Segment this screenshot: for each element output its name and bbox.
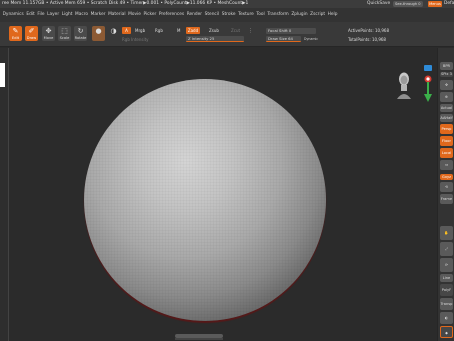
menu-stencil[interactable]: Stencil bbox=[205, 8, 220, 22]
left-shelf bbox=[0, 48, 8, 341]
zoom-icon: ⊕ bbox=[444, 95, 448, 99]
local-button[interactable]: Local bbox=[440, 148, 453, 158]
aahalf-button[interactable]: AAHalf bbox=[440, 114, 453, 122]
persp-button[interactable]: Persp bbox=[440, 124, 453, 134]
frame-button[interactable]: Frame bbox=[440, 194, 453, 204]
rotate-icon: ↻ bbox=[77, 27, 84, 35]
top-shelf: ✎ Edit ✐ Draw ✥ Move ⬚ Scale ↻ Rotate ● … bbox=[0, 22, 454, 47]
zcut-toggle[interactable]: Zcut bbox=[231, 28, 240, 33]
menu-marker[interactable]: Marker bbox=[91, 8, 106, 22]
menu-dynamics[interactable]: Dynamics bbox=[3, 8, 24, 22]
draw-button[interactable]: ✐ Draw bbox=[25, 26, 38, 41]
scale-view-button[interactable]: ⤢ bbox=[440, 242, 453, 256]
menu-stroke[interactable]: Stroke bbox=[222, 8, 236, 22]
polyf-button[interactable]: PolyF bbox=[440, 284, 453, 296]
menu-preferences[interactable]: Preferences bbox=[159, 8, 184, 22]
zsub-toggle[interactable]: Zsub bbox=[209, 28, 219, 33]
scroll-icon: ✥ bbox=[444, 83, 448, 87]
menu-movie[interactable]: Movie bbox=[128, 8, 141, 22]
menu-bar: Dynamics Edit File Layer Light Macro Marker Mat… bbox=[0, 8, 454, 22]
sphere-mesh[interactable] bbox=[84, 79, 326, 321]
scale-view-icon: ⤢ bbox=[445, 247, 448, 251]
menu-layer[interactable]: Layer bbox=[47, 8, 59, 22]
menu-file[interactable]: File bbox=[37, 8, 44, 22]
active-points-readout: ActivePoints: 10,968 bbox=[348, 28, 390, 33]
actual-button[interactable]: Actual bbox=[440, 104, 453, 112]
menu-light[interactable]: Light bbox=[62, 8, 73, 22]
linefill-button[interactable]: Line Fill bbox=[440, 274, 453, 288]
menu-zscript[interactable]: Zscript bbox=[310, 8, 325, 22]
menu-macro[interactable]: Macro bbox=[75, 8, 88, 22]
gxyz-button[interactable]: Gxyz bbox=[440, 174, 453, 180]
color-swatch[interactable] bbox=[0, 63, 5, 87]
rotate-view-button[interactable]: ⟳ bbox=[440, 258, 453, 272]
rotate-view-icon: ⟳ bbox=[444, 263, 448, 267]
default-script-button[interactable]: Defa bbox=[444, 0, 454, 8]
ghost-icon: ◐ bbox=[444, 316, 449, 320]
transp-button[interactable]: Transp bbox=[440, 298, 453, 310]
solo-icon: ◆ bbox=[445, 331, 448, 335]
dynamic-toggle[interactable]: Dynamic bbox=[304, 37, 318, 41]
symmetry-icon: ⇔ bbox=[444, 163, 448, 167]
right-shelf: BPR SPix 3 ✥ ⊕ Actual AAHalf Persp Floor… bbox=[437, 48, 454, 341]
zoom-button[interactable]: ⊕ bbox=[440, 92, 453, 102]
material-button[interactable]: ◑ bbox=[107, 26, 120, 41]
scale-icon: ⬚ bbox=[61, 27, 68, 35]
menu-render[interactable]: Render bbox=[187, 8, 202, 22]
polygroup-wireframe bbox=[84, 79, 326, 321]
move-view-button[interactable]: ✋ bbox=[440, 226, 453, 240]
move-button[interactable]: ✥ Move bbox=[42, 26, 55, 41]
material-sphere-icon: ◑ bbox=[110, 27, 117, 35]
brush-icon: ● bbox=[95, 27, 102, 35]
local-symmetry-button[interactable]: ⇔ bbox=[440, 160, 453, 170]
move-view-icon: ✋ bbox=[444, 231, 449, 235]
draw-icon: ✐ bbox=[28, 27, 35, 35]
menu-help[interactable]: Help bbox=[328, 8, 338, 22]
spix-slider[interactable]: SPix 3 bbox=[440, 72, 453, 77]
menus-button[interactable]: Menus bbox=[428, 1, 442, 7]
scale-button[interactable]: ⬚ Scale bbox=[58, 26, 71, 41]
document-canvas[interactable] bbox=[8, 48, 436, 341]
rgb-toggle[interactable]: Rgb bbox=[155, 28, 163, 33]
menu-edit[interactable]: Edit bbox=[26, 8, 34, 22]
rotate-button[interactable]: ↻ Rotate bbox=[74, 26, 87, 41]
divider-mark: ⋮ bbox=[248, 28, 253, 34]
menu-texture[interactable]: Texture bbox=[238, 8, 254, 22]
focal-shift-slider[interactable]: Focal Shift 0 bbox=[266, 28, 316, 34]
solo-button[interactable]: ◆ bbox=[440, 326, 453, 338]
see-through-slider[interactable]: See-through 0 bbox=[393, 1, 423, 7]
total-points-readout: TotalPoints: 10,968 bbox=[348, 37, 386, 42]
bpr-button[interactable]: BPR bbox=[440, 62, 453, 70]
edit-icon: ✎ bbox=[12, 27, 19, 35]
brush-button[interactable]: ● bbox=[92, 26, 105, 41]
a-toggle[interactable]: A bbox=[122, 27, 131, 34]
title-bar: ree Mem 11.157GB • Active Mem 659 • Scra… bbox=[0, 0, 454, 8]
ghost-button[interactable]: ◐ bbox=[440, 312, 453, 324]
edit-button[interactable]: ✎ Edit bbox=[9, 26, 22, 41]
draw-size-slider[interactable]: Draw Size 64 bbox=[266, 36, 301, 42]
m-toggle[interactable]: M bbox=[177, 28, 180, 33]
bottom-tray-edge bbox=[175, 338, 223, 340]
move-icon: ✥ bbox=[45, 27, 52, 35]
menu-zplugin[interactable]: Zplugin bbox=[291, 8, 307, 22]
z-intensity-slider[interactable]: Z Intensity 25 bbox=[186, 36, 244, 42]
system-info: ree Mem 11.157GB • Active Mem 659 • Scra… bbox=[2, 1, 249, 6]
rgb-intensity-slider[interactable]: Rgb Intensity bbox=[122, 37, 149, 42]
xyz-icon: ⟲ bbox=[444, 185, 448, 189]
axis-gizmo-icon[interactable] bbox=[416, 64, 438, 104]
quicksave-button[interactable]: QuickSave bbox=[367, 0, 390, 8]
menu-transform[interactable]: Transform bbox=[267, 8, 288, 22]
mrgb-toggle[interactable]: Mrgb bbox=[135, 28, 145, 33]
menu-tool[interactable]: Tool bbox=[256, 8, 264, 22]
zadd-toggle[interactable]: Zadd bbox=[186, 27, 200, 34]
navigation-head-icon[interactable] bbox=[396, 71, 412, 101]
menu-picker[interactable]: Picker bbox=[143, 8, 156, 22]
menu-material[interactable]: Material bbox=[108, 8, 125, 22]
xyz-rotate-button[interactable]: ⟲ bbox=[440, 182, 453, 192]
scroll-button[interactable]: ✥ bbox=[440, 80, 453, 90]
floor-button[interactable]: Floor bbox=[440, 136, 453, 146]
